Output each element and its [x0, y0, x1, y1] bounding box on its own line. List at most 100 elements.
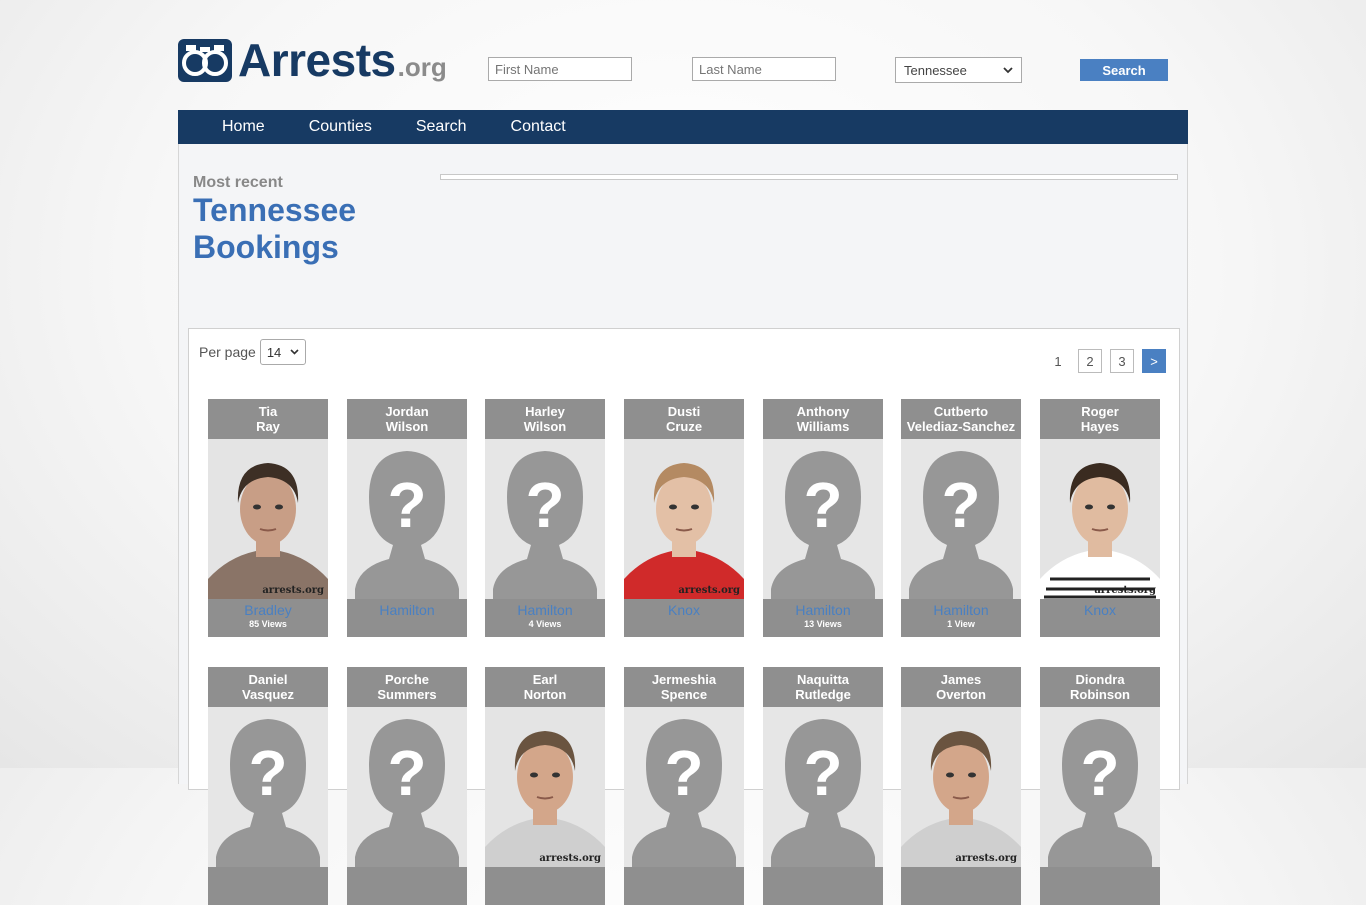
booking-card[interactable]: Daniel Vasquez? [208, 667, 328, 905]
booking-card[interactable]: Tia Ray arrests.org Bradley 85 Views [208, 399, 328, 637]
last-name: Spence [660, 687, 708, 702]
county-link[interactable] [1040, 867, 1160, 870]
booking-name[interactable]: Dusti Cruze [624, 399, 744, 439]
view-count: 13 Views [804, 619, 842, 629]
last-name: Wilson [523, 419, 567, 434]
chevron-down-icon [290, 349, 299, 355]
site-logo[interactable]: Arrests .org [178, 36, 447, 83]
booking-card[interactable]: Anthony Williams? Hamilton 13 Views [763, 399, 883, 637]
booking-card[interactable]: Dusti Cruze arrests.org Knox [624, 399, 744, 637]
booking-card[interactable]: Porche Summers? [347, 667, 467, 905]
first-name: Jordan [385, 404, 429, 419]
county-link[interactable] [624, 867, 744, 870]
per-page-select[interactable]: 14 [259, 339, 306, 365]
mugshot-photo[interactable]: arrests.org [901, 707, 1021, 867]
booking-card[interactable]: Cutberto Velediaz-Sanchez? Hamilton 1 View [901, 399, 1021, 637]
booking-name[interactable]: Roger Hayes [1040, 399, 1160, 439]
county-link[interactable] [763, 867, 883, 870]
placeholder-silhouette-icon[interactable]: ? [208, 707, 328, 867]
svg-text:?: ? [525, 469, 564, 541]
page-2[interactable]: 2 [1078, 349, 1102, 373]
booking-card[interactable]: James Overton arrests.org [901, 667, 1021, 905]
booking-footer [485, 867, 605, 905]
booking-name[interactable]: Cutberto Velediaz-Sanchez [901, 399, 1021, 439]
booking-name[interactable]: James Overton [901, 667, 1021, 707]
nav-contact[interactable]: Contact [511, 118, 566, 136]
nav-home[interactable]: Home [222, 118, 265, 136]
booking-name[interactable]: Earl Norton [485, 667, 605, 707]
first-name-input[interactable] [488, 57, 632, 81]
county-link[interactable] [347, 867, 467, 870]
placeholder-silhouette-icon[interactable]: ? [1040, 707, 1160, 867]
booking-name[interactable]: Anthony Williams [763, 399, 883, 439]
state-select[interactable]: Tennessee [895, 57, 1022, 83]
county-link[interactable]: Hamilton [901, 599, 1021, 618]
booking-card[interactable]: Harley Wilson? Hamilton 4 Views [485, 399, 605, 637]
placeholder-silhouette-icon[interactable]: ? [901, 439, 1021, 599]
mugshot-photo[interactable]: arrests.org [1040, 439, 1160, 599]
page-3[interactable]: 3 [1110, 349, 1134, 373]
placeholder-silhouette-icon[interactable]: ? [763, 707, 883, 867]
pagination: 1 2 3 > [1046, 349, 1166, 373]
bookings-panel: Per page 14 1 2 3 > Tia Ray arrests.org Bra… [188, 328, 1180, 905]
nav-search[interactable]: Search [416, 118, 467, 136]
nav-counties[interactable]: Counties [309, 118, 372, 136]
svg-text:?: ? [387, 469, 426, 541]
mugshot-photo[interactable]: arrests.org [208, 439, 328, 599]
booking-footer [347, 867, 467, 905]
svg-text:?: ? [664, 737, 703, 809]
next-page-button[interactable]: > [1142, 349, 1166, 373]
booking-footer: Hamilton 13 Views [763, 599, 883, 637]
page-1: 1 [1054, 353, 1062, 369]
mugshot-photo[interactable]: arrests.org [485, 707, 605, 867]
booking-card[interactable]: Earl Norton arrests.org [485, 667, 605, 905]
placeholder-silhouette-icon[interactable]: ? [347, 707, 467, 867]
svg-text:?: ? [1080, 737, 1119, 809]
placeholder-silhouette-icon[interactable]: ? [485, 439, 605, 599]
last-name: Hayes [1080, 419, 1120, 434]
county-link[interactable]: Knox [1040, 599, 1160, 618]
county-link[interactable]: Hamilton [347, 599, 467, 618]
placeholder-silhouette-icon[interactable]: ? [624, 707, 744, 867]
section-kicker: Most recent [193, 174, 283, 191]
booking-name[interactable]: Jordan Wilson [347, 399, 467, 439]
placeholder-silhouette-icon[interactable]: ? [763, 439, 883, 599]
last-name: Rutledge [795, 687, 851, 702]
last-name-input[interactable] [692, 57, 836, 81]
booking-footer [624, 867, 744, 905]
booking-card[interactable]: Naquitta Rutledge? [763, 667, 883, 905]
booking-card[interactable]: Roger Hayes arrests.org Knox [1040, 399, 1160, 637]
last-name: Robinson [1070, 687, 1130, 702]
county-link[interactable]: Knox [624, 599, 744, 618]
county-link[interactable] [208, 867, 328, 870]
site-header: Arrests .org Tennessee Search [178, 36, 1188, 86]
booking-card[interactable]: Diondra Robinson? [1040, 667, 1160, 905]
county-link[interactable]: Bradley [208, 599, 328, 618]
booking-name[interactable]: Harley Wilson [485, 399, 605, 439]
handcuffs-logo-icon [178, 39, 232, 82]
booking-card[interactable]: Jermeshia Spence? [624, 667, 744, 905]
booking-name[interactable]: Diondra Robinson [1040, 667, 1160, 707]
booking-name[interactable]: Jermeshia Spence [624, 667, 744, 707]
county-link[interactable]: Hamilton [485, 599, 605, 618]
booking-name[interactable]: Daniel Vasquez [208, 667, 328, 707]
svg-text:?: ? [803, 469, 842, 541]
per-page-value: 14 [266, 344, 282, 360]
per-page-label: Per page [199, 344, 256, 360]
watermark: arrests.org [678, 585, 740, 596]
mugshot-photo[interactable]: arrests.org [624, 439, 744, 599]
county-link[interactable] [485, 867, 605, 870]
county-link[interactable] [901, 867, 1021, 870]
booking-name[interactable]: Tia Ray [208, 399, 328, 439]
booking-name[interactable]: Porche Summers [347, 667, 467, 707]
search-button[interactable]: Search [1080, 59, 1168, 81]
booking-name[interactable]: Naquitta Rutledge [763, 667, 883, 707]
placeholder-silhouette-icon[interactable]: ? [347, 439, 467, 599]
booking-footer: Bradley 85 Views [208, 599, 328, 637]
last-name: Summers [377, 687, 437, 702]
booking-footer: Hamilton [347, 599, 467, 637]
county-link[interactable]: Hamilton [763, 599, 883, 618]
chevron-down-icon [1003, 66, 1013, 73]
booking-card[interactable]: Jordan Wilson? Hamilton [347, 399, 467, 637]
watermark: arrests.org [539, 853, 601, 864]
